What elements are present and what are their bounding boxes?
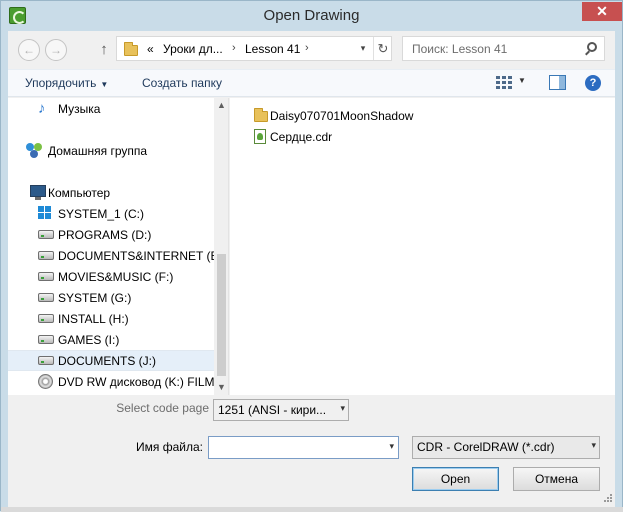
nav-item-label: DVD RW дисковод (K:) FILMS [58,375,223,389]
code-page-select[interactable]: 1251 (ANSI - кири... ▾ [213,399,349,421]
drive-icon [38,251,54,260]
nav-item-label: Музыка [58,102,101,116]
music-note-icon: ♪ [38,100,46,117]
breadcrumb-segment-uroki[interactable]: Уроки дл... [163,42,223,56]
nav-item-label: Домашняя группа [48,144,148,158]
search-icon[interactable] [587,42,597,52]
scroll-thumb[interactable] [217,254,226,376]
windows-drive-icon [38,206,52,220]
file-type-value: CDR - CorelDRAW (*.cdr) [417,440,555,454]
nav-item-label: MOVIES&MUSIC (F:) [58,270,174,284]
forward-button[interactable]: → [45,39,67,61]
nav-pane-scrollbar[interactable]: ▲ ▼ [214,98,228,395]
back-button[interactable]: ← [18,39,40,61]
nav-item-label: PROGRAMS (D:) [58,228,152,242]
scroll-up-icon[interactable]: ▲ [214,98,228,113]
nav-item-drive-c[interactable]: SYSTEM_1 (C:) [8,203,214,224]
drive-icon [38,272,54,281]
file-name: Daisy070701MoonShadow [270,109,414,123]
up-button[interactable]: ↑ [96,39,112,61]
nav-item-drive-k[interactable]: DVD RW дисковод (K:) FILMS [8,371,223,392]
code-page-label: Select code page [116,401,209,415]
forward-arrow-icon: → [50,43,62,57]
address-bar[interactable]: « Уроки дл... › Lesson 41 › ▾ ↻ [116,36,392,61]
filename-label: Имя файла: [136,440,203,454]
organize-button[interactable]: Упорядочить ▼ [25,76,108,90]
nav-item-music[interactable]: ♪ Музыка [8,98,214,119]
nav-item-drive-i[interactable]: GAMES (I:) [8,329,214,350]
drive-icon [38,230,54,239]
nav-item-label: SYSTEM_1 (C:) [58,207,145,221]
folder-icon [124,42,138,56]
cdr-file-icon [254,129,266,144]
new-folder-button[interactable]: Создать папку [142,76,222,90]
close-button[interactable]: ✕ [582,2,622,21]
breadcrumb-separator-icon[interactable]: › [305,42,309,54]
computer-icon [30,185,46,200]
file-list[interactable]: Daisy070701MoonShadow Сердце.cdr [230,98,615,395]
drive-icon [38,293,54,302]
nav-item-label: INSTALL (H:) [58,312,129,326]
nav-item-drive-d[interactable]: PROGRAMS (D:) [8,224,214,245]
window-title: Open Drawing [263,7,360,24]
file-type-select[interactable]: CDR - CorelDRAW (*.cdr) ▾ [412,436,600,459]
code-page-value: 1251 (ANSI - кири... [218,403,327,417]
homegroup-icon [26,143,43,158]
breadcrumb-overflow[interactable]: « [147,42,154,56]
dvd-drive-icon [38,374,53,389]
nav-item-drive-h[interactable]: INSTALL (H:) [8,308,214,329]
breadcrumb-segment-lesson41[interactable]: Lesson 41 [245,42,300,56]
nav-item-computer[interactable]: Компьютер [8,182,214,203]
refresh-icon: ↻ [377,41,389,56]
nav-item-drive-g[interactable]: SYSTEM (G:) [8,287,214,308]
nav-item-label: DOCUMENTS&INTERNET (E:) [58,249,226,263]
chevron-down-icon: ▼ [100,80,109,89]
filename-input[interactable]: ▾ [208,436,399,459]
file-name: Сердце.cdr [270,130,333,144]
dialog-footer: Select code page 1251 (ANSI - кири... ▾ … [8,395,615,507]
back-arrow-icon: ← [23,43,35,57]
preview-pane-icon[interactable] [549,75,566,90]
window-bottom-edge [1,507,623,512]
drive-icon [38,335,54,344]
search-box[interactable]: Поиск: Lesson 41 [402,36,605,61]
nav-item-label: SYSTEM (G:) [58,291,132,305]
address-dropdown-button[interactable]: ▾ [353,37,373,60]
nav-item-drive-e[interactable]: DOCUMENTS&INTERNET (E:) [8,245,226,266]
folder-icon [254,108,268,122]
chevron-down-icon: ▾ [340,403,345,413]
search-placeholder[interactable]: Поиск: Lesson 41 [412,42,507,56]
nav-item-label: Компьютер [48,186,111,200]
nav-item-label: GAMES (I:) [58,333,120,347]
open-drawing-dialog: Open Drawing ✕ ← → ↑ « Уроки дл... › Les… [0,0,623,512]
nav-item-label: DOCUMENTS (J:) [58,354,156,368]
breadcrumb-separator-icon[interactable]: › [232,42,236,54]
scroll-down-icon[interactable]: ▼ [214,380,228,395]
up-arrow-icon: ↑ [100,41,108,58]
nav-item-homegroup[interactable]: Домашняя группа [8,140,214,161]
organize-label: Упорядочить [25,76,97,90]
command-toolbar: Упорядочить ▼ Создать папку ▼ ? [8,69,615,97]
change-view-icon[interactable] [496,76,512,90]
cancel-button[interactable]: Отмена [513,467,600,491]
view-options-dropdown[interactable]: ▼ [518,76,526,85]
title-bar[interactable]: Open Drawing ✕ [1,1,622,31]
open-button[interactable]: Open [412,467,499,491]
help-icon[interactable]: ? [585,75,601,91]
dialog-body: ← → ↑ « Уроки дл... › Lesson 41 › ▾ ↻ По… [8,31,615,507]
chevron-down-icon: ▾ [591,440,596,450]
nav-item-drive-j[interactable]: DOCUMENTS (J:) [8,350,214,371]
resize-grip-icon[interactable] [601,493,613,505]
nav-item-drive-f[interactable]: MOVIES&MUSIC (F:) [8,266,214,287]
drive-icon [38,356,54,365]
refresh-button[interactable]: ↻ [373,37,392,60]
chevron-down-icon[interactable]: ▾ [389,441,394,452]
navigation-pane[interactable]: ♪ Музыка Домашняя группа Компьютер SYSTE… [8,98,229,395]
drive-icon [38,314,54,323]
